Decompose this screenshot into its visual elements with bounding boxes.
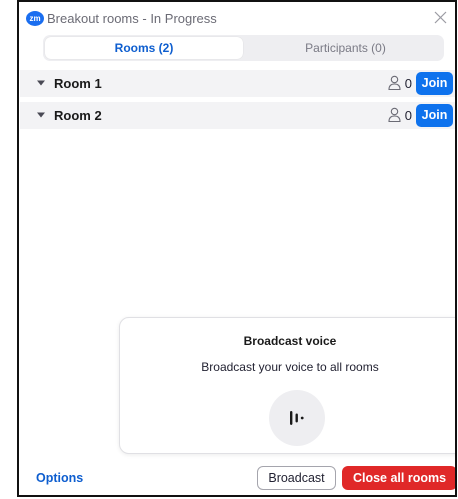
close-icon[interactable] xyxy=(433,10,448,25)
close-all-rooms-button[interactable]: Close all rooms xyxy=(342,466,455,490)
tab-rooms[interactable]: Rooms (2) xyxy=(45,37,243,59)
join-room-2-button[interactable]: Join xyxy=(416,104,453,127)
breakout-rooms-window: zm Breakout rooms - In Progress Rooms (2… xyxy=(17,0,457,497)
room-participant-count: 0 xyxy=(404,108,412,123)
join-room-1-button[interactable]: Join xyxy=(416,72,453,95)
person-icon xyxy=(388,107,401,123)
caret-down-icon[interactable] xyxy=(37,111,45,119)
broadcast-voice-button[interactable] xyxy=(269,390,325,446)
options-link[interactable]: Options xyxy=(36,471,83,485)
room-row[interactable]: Room 2 0 Join xyxy=(20,102,455,129)
broadcast-button[interactable]: Broadcast xyxy=(257,466,336,490)
room-name: Room 2 xyxy=(54,108,102,123)
title-bar: zm Breakout rooms - In Progress xyxy=(19,2,455,32)
tab-bar: Rooms (2) Participants (0) xyxy=(43,35,444,61)
person-icon xyxy=(388,75,401,91)
room-name: Room 1 xyxy=(54,76,102,91)
broadcast-voice-description: Broadcast your voice to all rooms xyxy=(201,360,379,374)
broadcast-voice-title: Broadcast voice xyxy=(243,334,337,348)
caret-down-icon[interactable] xyxy=(37,79,45,87)
window-title: Breakout rooms - In Progress xyxy=(47,11,217,26)
room-participant-count: 0 xyxy=(404,76,412,91)
zoom-logo-icon: zm xyxy=(26,11,44,26)
voice-wave-icon xyxy=(290,411,304,425)
broadcast-voice-card: Broadcast voice Broadcast your voice to … xyxy=(119,317,455,454)
tab-participants[interactable]: Participants (0) xyxy=(249,37,442,59)
room-row[interactable]: Room 1 0 Join xyxy=(20,70,455,97)
